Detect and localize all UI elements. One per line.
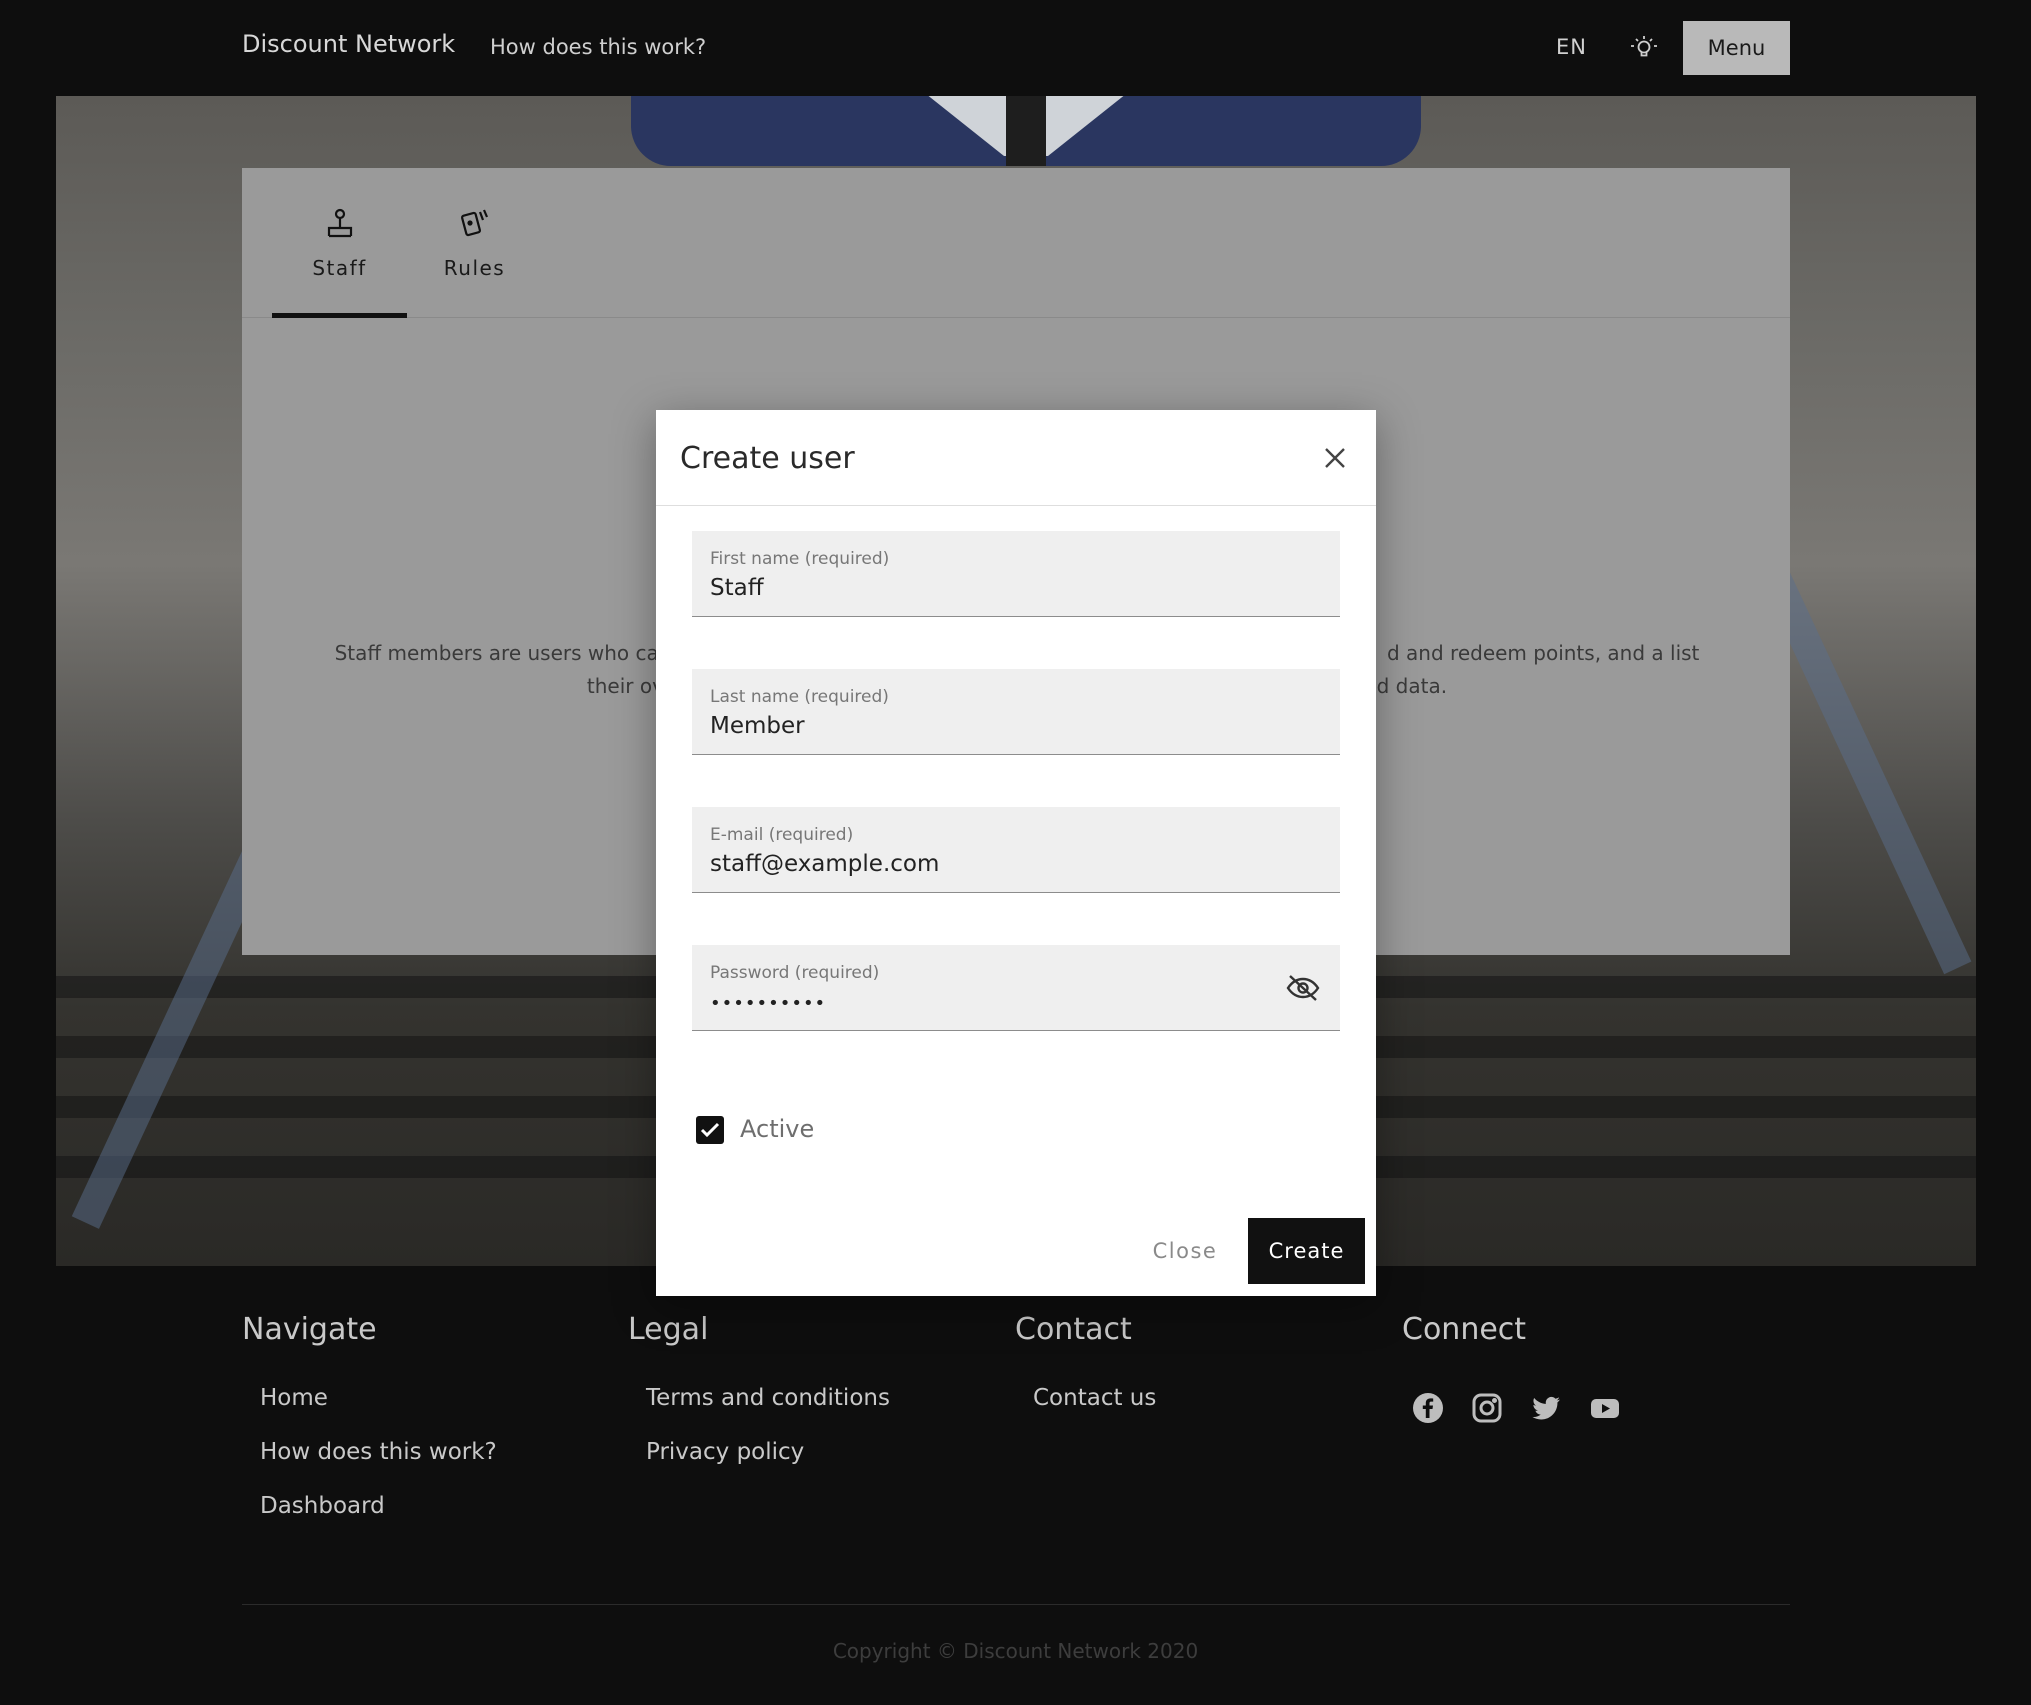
password-field[interactable]: Password (required) •••••••••• [692, 945, 1340, 1031]
email-field[interactable]: E-mail (required) staff@example.com [692, 807, 1340, 893]
first-name-field[interactable]: First name (required) Staff [692, 531, 1340, 617]
last-name-input[interactable]: Member [710, 713, 1270, 739]
password-input[interactable]: •••••••••• [710, 993, 1270, 1014]
first-name-label: First name (required) [710, 549, 890, 569]
dialog-header: Create user [656, 410, 1376, 506]
email-label: E-mail (required) [710, 825, 854, 845]
close-icon[interactable] [1320, 443, 1350, 473]
create-user-dialog: Create user First name (required) Staff … [656, 410, 1376, 1296]
dialog-title: Create user [680, 441, 855, 476]
eye-off-icon[interactable] [1286, 973, 1320, 1003]
first-name-input[interactable]: Staff [710, 575, 1270, 601]
close-button[interactable]: Close [1126, 1218, 1244, 1284]
last-name-label: Last name (required) [710, 687, 889, 707]
active-checkbox[interactable] [696, 1116, 724, 1144]
last-name-field[interactable]: Last name (required) Member [692, 669, 1340, 755]
create-button[interactable]: Create [1248, 1218, 1365, 1284]
password-label: Password (required) [710, 963, 880, 983]
email-input[interactable]: staff@example.com [710, 851, 1270, 877]
active-checkbox-label[interactable]: Active [740, 1115, 814, 1143]
